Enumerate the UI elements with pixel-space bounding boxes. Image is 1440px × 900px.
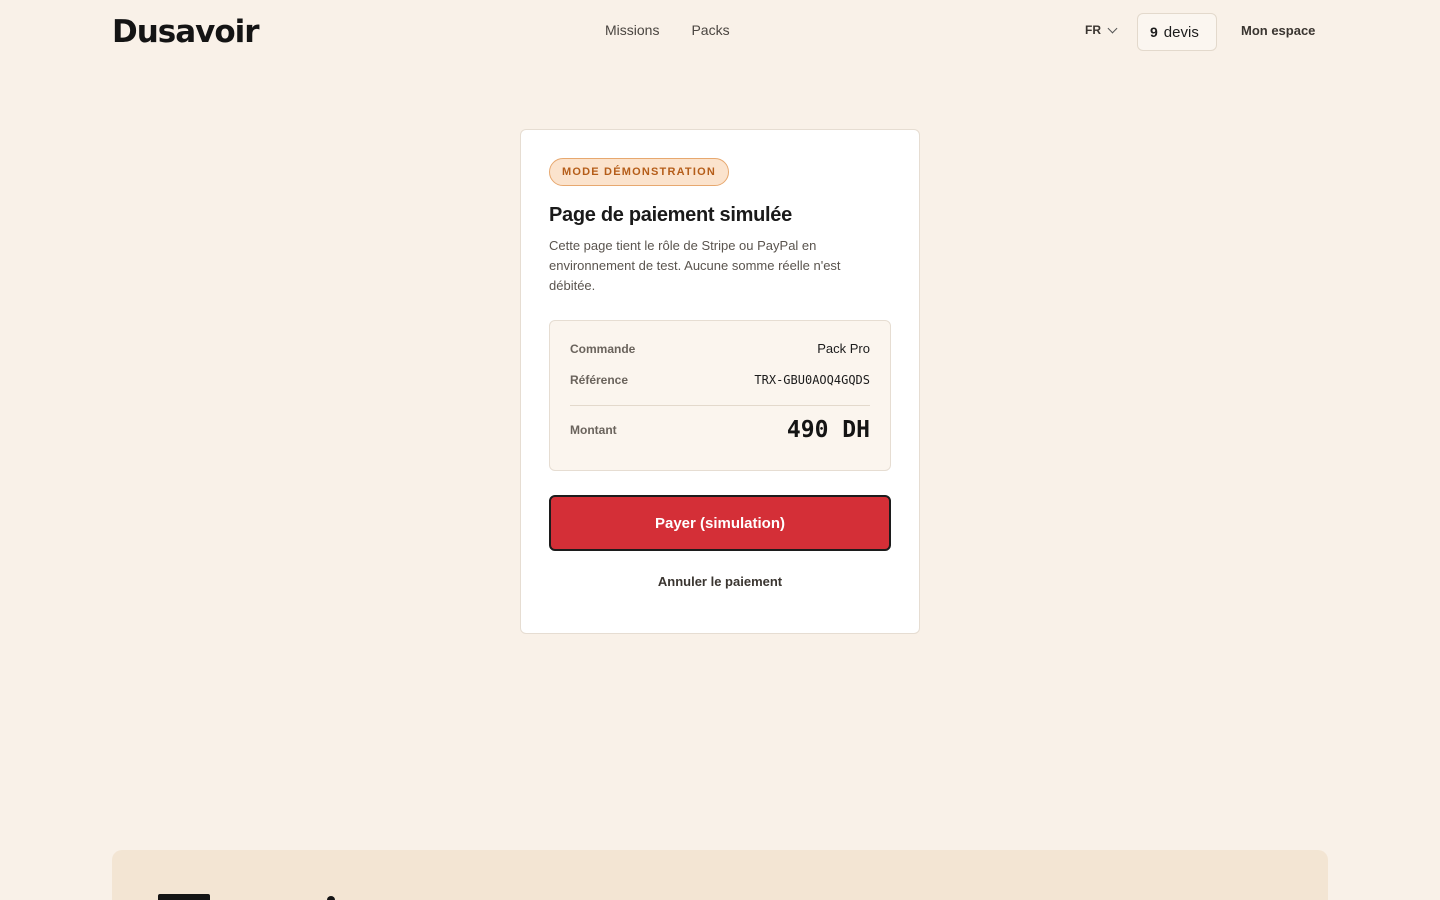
site-header: Dusavoir Missions Packs FR 9 devis Mon e… bbox=[0, 0, 1440, 64]
page-description: Cette page tient le rôle de Stripe ou Pa… bbox=[549, 238, 841, 293]
account-link[interactable]: Mon espace bbox=[1241, 23, 1315, 38]
amount-row: Montant 490 DH bbox=[570, 417, 870, 443]
payment-page: Dusavoir Missions Packs FR 9 devis Mon e… bbox=[0, 0, 1440, 900]
footer-section bbox=[112, 850, 1328, 900]
quotes-button[interactable]: 9 devis bbox=[1137, 13, 1217, 51]
pay-button[interactable]: Payer (simulation) bbox=[549, 495, 891, 551]
amount-value: 490 DH bbox=[786, 417, 870, 443]
main-nav: Missions Packs bbox=[605, 22, 730, 38]
nav-item-packs[interactable]: Packs bbox=[691, 22, 729, 38]
footer-heading-fragment bbox=[158, 894, 210, 900]
chevron-down-icon bbox=[1107, 23, 1118, 33]
page-title: Page de paiement simulée bbox=[549, 204, 792, 226]
language-label: FR bbox=[1085, 23, 1101, 37]
order-label: Commande bbox=[570, 341, 636, 356]
reference-value: TRX-GBU0AOQ4GQDS bbox=[754, 373, 870, 387]
language-selector[interactable]: FR bbox=[1085, 23, 1118, 37]
quotes-label: devis bbox=[1163, 23, 1199, 41]
footer-heading-fragment bbox=[327, 896, 335, 900]
reference-label: Référence bbox=[570, 373, 629, 387]
demo-mode-badge: MODE DÉMONSTRATION bbox=[549, 158, 730, 186]
order-row: Commande Pack Pro bbox=[570, 341, 870, 356]
amount-label: Montant bbox=[570, 423, 617, 437]
payment-card: MODE DÉMONSTRATION Page de paiement simu… bbox=[520, 129, 920, 634]
reference-row: Référence TRX-GBU0AOQ4GQDS bbox=[570, 373, 870, 387]
summary-divider bbox=[570, 405, 870, 406]
order-summary: Commande Pack Pro Référence TRX-GBU0AOQ4… bbox=[549, 320, 891, 471]
quotes-count: 9 bbox=[1150, 24, 1158, 40]
nav-item-missions[interactable]: Missions bbox=[605, 22, 659, 38]
order-value: Pack Pro bbox=[817, 341, 870, 356]
cancel-payment-link[interactable]: Annuler le paiement bbox=[549, 574, 891, 589]
site-logo[interactable]: Dusavoir bbox=[112, 14, 260, 50]
